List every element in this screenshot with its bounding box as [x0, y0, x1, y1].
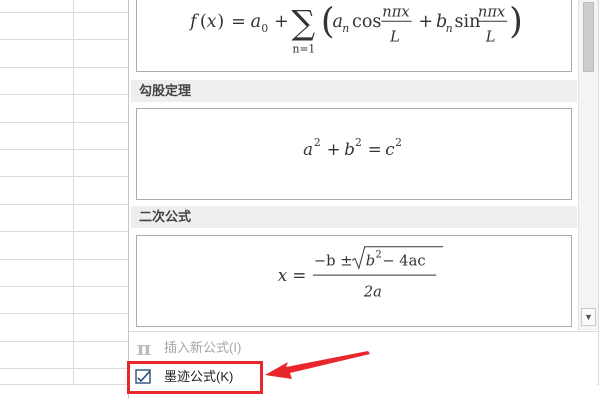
grid-row-line: [0, 341, 128, 342]
svg-text:): ): [217, 12, 224, 32]
svg-text:− 4ac: − 4ac: [382, 252, 425, 269]
svg-text:0: 0: [261, 22, 268, 35]
grid-row-line: [0, 204, 128, 205]
grid-row-line: [0, 122, 128, 123]
svg-text:n: n: [446, 22, 453, 35]
scrollbar-thumb[interactable]: [583, 2, 594, 72]
svg-text:2: 2: [395, 136, 402, 149]
svg-text:2a: 2a: [363, 284, 382, 301]
grid-row-line: [0, 313, 128, 314]
spreadsheet-grid[interactable]: [0, 0, 128, 399]
svg-text:x: x: [207, 12, 217, 32]
svg-text:sin: sin: [454, 12, 480, 32]
grid-row-line: [0, 39, 128, 40]
svg-text:=: =: [231, 12, 246, 32]
svg-text:cos: cos: [352, 12, 381, 32]
grid-row-line: [0, 149, 128, 150]
svg-text:−b ±: −b ±: [314, 252, 353, 269]
svg-text:a: a: [251, 12, 261, 32]
grid-row-line: [0, 176, 128, 177]
highlight-box: [127, 361, 263, 394]
grid-row-line: [0, 259, 128, 260]
svg-text:2: 2: [314, 136, 321, 149]
grid-row-line: [0, 67, 128, 68]
svg-text:L: L: [485, 29, 496, 46]
formula-card-quadratic[interactable]: x = −b ± b 2 − 4ac 2a: [136, 235, 572, 327]
svg-text:=: =: [292, 266, 306, 285]
svg-text:+: +: [327, 140, 341, 159]
grid-row-line: [0, 286, 128, 287]
grid-column-line: [73, 0, 74, 399]
grid-row-line: [0, 12, 128, 13]
svg-text:(: (: [200, 12, 207, 32]
formula-card-fourier[interactable]: f ( x ) = a 0 + ∑ n=1 ( a n cos nπx L + …: [136, 0, 572, 72]
svg-text:b: b: [344, 140, 355, 159]
formula-card-pythagorean[interactable]: a 2 + b 2 = c 2: [136, 108, 572, 200]
fourier-formula: f ( x ) = a 0 + ∑ n=1 ( a n cos nπx L + …: [188, 1, 523, 56]
menu-divider: [129, 331, 598, 332]
equation-gallery: f ( x ) = a 0 + ∑ n=1 ( a n cos nπx L + …: [129, 0, 578, 330]
scroll-down-arrow-icon[interactable]: ▼: [581, 308, 596, 326]
grid-row-line: [0, 231, 128, 232]
svg-text:2: 2: [376, 250, 382, 261]
svg-text:=: =: [368, 140, 382, 159]
svg-text:x: x: [278, 266, 288, 285]
svg-text:): ): [509, 1, 523, 42]
grid-row-line: [0, 368, 128, 369]
pythagorean-formula: a 2 + b 2 = c 2: [303, 136, 402, 159]
section-header-quadratic: 二次公式: [131, 206, 577, 228]
svg-text:2: 2: [355, 136, 362, 149]
gallery-scrollbar[interactable]: ▼: [578, 0, 598, 330]
svg-text:a: a: [303, 140, 313, 159]
section-header-pythagorean: 勾股定理: [131, 80, 577, 102]
svg-text:n=1: n=1: [293, 42, 316, 55]
svg-text:∑: ∑: [292, 3, 316, 42]
svg-text:+: +: [274, 12, 289, 32]
equation-gallery-dropdown: f ( x ) = a 0 + ∑ n=1 ( a n cos nπx L + …: [128, 0, 598, 399]
svg-text:c: c: [385, 140, 394, 159]
annotation-arrow: [265, 351, 370, 379]
svg-text:+: +: [418, 12, 433, 32]
svg-text:f: f: [188, 12, 200, 32]
grid-row-line: [0, 94, 128, 95]
svg-text:nπx: nπx: [478, 3, 506, 20]
svg-text:n: n: [342, 22, 349, 35]
svg-text:nπx: nπx: [382, 3, 410, 20]
svg-text:b: b: [366, 252, 375, 269]
pi-icon: π: [136, 336, 152, 360]
svg-text:L: L: [389, 29, 400, 46]
quadratic-formula: x = −b ± b 2 − 4ac 2a: [278, 246, 444, 301]
